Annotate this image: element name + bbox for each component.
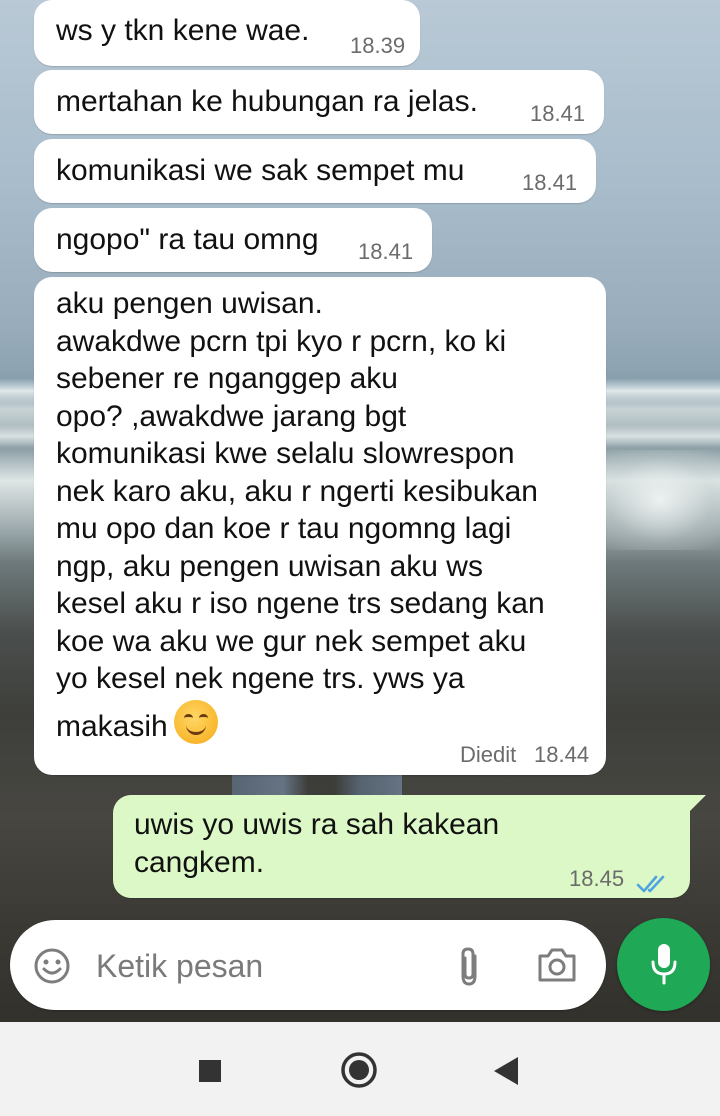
message-line: aku pengen uwisan. — [56, 287, 323, 320]
emoji-icon[interactable] — [32, 946, 72, 991]
incoming-message[interactable]: aku pengen uwisan. awakdwe pcrn tpi kyo … — [34, 277, 606, 775]
message-input[interactable]: Ketik pesan — [96, 948, 263, 984]
message-composer[interactable]: Ketik pesan — [10, 920, 606, 1010]
camera-icon[interactable] — [536, 946, 578, 989]
message-line: yo kesel nek ngene trs. yws ya — [56, 662, 465, 695]
wallpaper-foam — [600, 450, 720, 550]
mic-button[interactable] — [617, 918, 710, 1011]
incoming-message[interactable]: mertahan ke hubungan ra jelas. 18.41 — [34, 70, 604, 134]
message-line: uwis yo uwis ra sah kakean — [134, 808, 500, 841]
message-line: cangkem. — [134, 845, 265, 879]
attach-icon[interactable] — [454, 946, 484, 993]
message-text: komunikasi we sak sempet mu — [56, 154, 465, 187]
message-line: sebener re nganggep aku — [56, 362, 398, 395]
message-time: 18.41 — [358, 239, 414, 264]
incoming-message[interactable]: ws y tkn kene wae. 18.39 — [34, 0, 420, 66]
recents-icon[interactable] — [199, 1060, 221, 1087]
message-time: 18.44 — [534, 742, 590, 767]
message-line: koe wa aku we gur nek sempet aku — [56, 624, 527, 658]
smiling-face-emoji — [173, 699, 218, 744]
message-line: ngp, aku pengen uwisan aku ws — [56, 549, 483, 583]
double-check-read-icon — [636, 867, 668, 905]
message-line: mu opo dan koe r tau ngomng lagi — [56, 512, 512, 545]
message-line: opo? ,awakdwe jarang bgt — [56, 399, 407, 433]
message-text: ngopo" ra tau omng — [56, 223, 319, 256]
bubble-tail — [690, 795, 706, 811]
incoming-message[interactable]: komunikasi we sak sempet mu 18.41 — [34, 139, 596, 203]
message-line: makasih — [56, 709, 168, 743]
message-line: awakdwe pcrn tpi kyo r pcrn, ko ki — [56, 324, 507, 358]
edited-label: Diedit — [460, 742, 517, 767]
back-icon[interactable] — [494, 1057, 518, 1090]
message-line: nek karo aku, aku r ngerti kesibukan — [56, 474, 538, 508]
message-text: mertahan ke hubungan ra jelas. — [56, 85, 478, 118]
message-text: ws y tkn kene wae. — [56, 14, 310, 47]
message-line: kesel aku r iso ngene trs sedang kan — [56, 587, 545, 620]
system-navigation-bar — [0, 1022, 720, 1116]
incoming-message[interactable]: ngopo" ra tau omng 18.41 — [34, 208, 432, 272]
message-line: komunikasi kwe selalu slowrespon — [56, 437, 515, 470]
message-time: 18.39 — [350, 33, 406, 58]
mic-icon — [650, 942, 678, 991]
message-time: 18.41 — [530, 101, 586, 126]
home-icon[interactable] — [340, 1051, 378, 1094]
outgoing-message[interactable]: uwis yo uwis ra sah kakean cangkem. 18.4… — [113, 795, 690, 898]
message-time: 18.41 — [522, 170, 578, 195]
message-time: 18.45 — [569, 866, 625, 891]
